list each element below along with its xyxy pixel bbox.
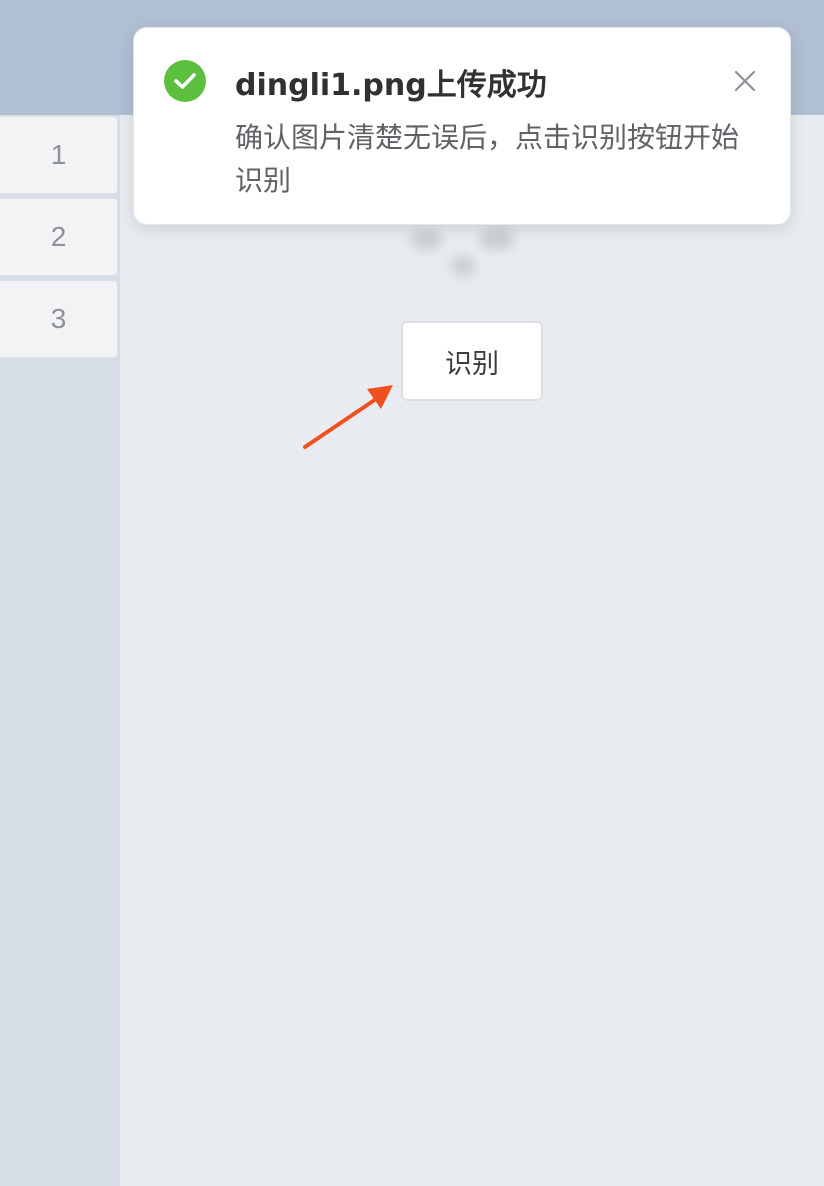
pointer-arrow-icon [303,385,393,449]
sidebar-tab-label: 1 [50,139,67,170]
upload-success-notification: dingli1.png上传成功 确认图片清楚无误后，点击识别按钮开始识别 [133,27,791,225]
recognize-button[interactable]: 识别 [401,321,543,401]
sidebar-tab-label: 2 [50,221,67,252]
app-page: 1 2 3 识别 dingli1.png上传成功 确认图片清楚无误后，点击识别按… [0,0,824,1186]
uploaded-image-preview [384,215,545,287]
recognize-button-label: 识别 [445,348,499,380]
check-circle-icon [164,60,206,102]
sidebar-tab-label: 3 [50,303,67,334]
sidebar-tab-1[interactable]: 1 [0,116,118,194]
close-icon[interactable] [732,68,758,94]
notification-message: 确认图片清楚无误后，点击识别按钮开始识别 [235,121,740,197]
sidebar: 1 2 3 [0,115,120,1186]
sidebar-tab-3[interactable]: 3 [0,280,118,358]
sidebar-tab-2[interactable]: 2 [0,198,118,276]
notification-title: dingli1.png上传成功 [235,68,547,103]
